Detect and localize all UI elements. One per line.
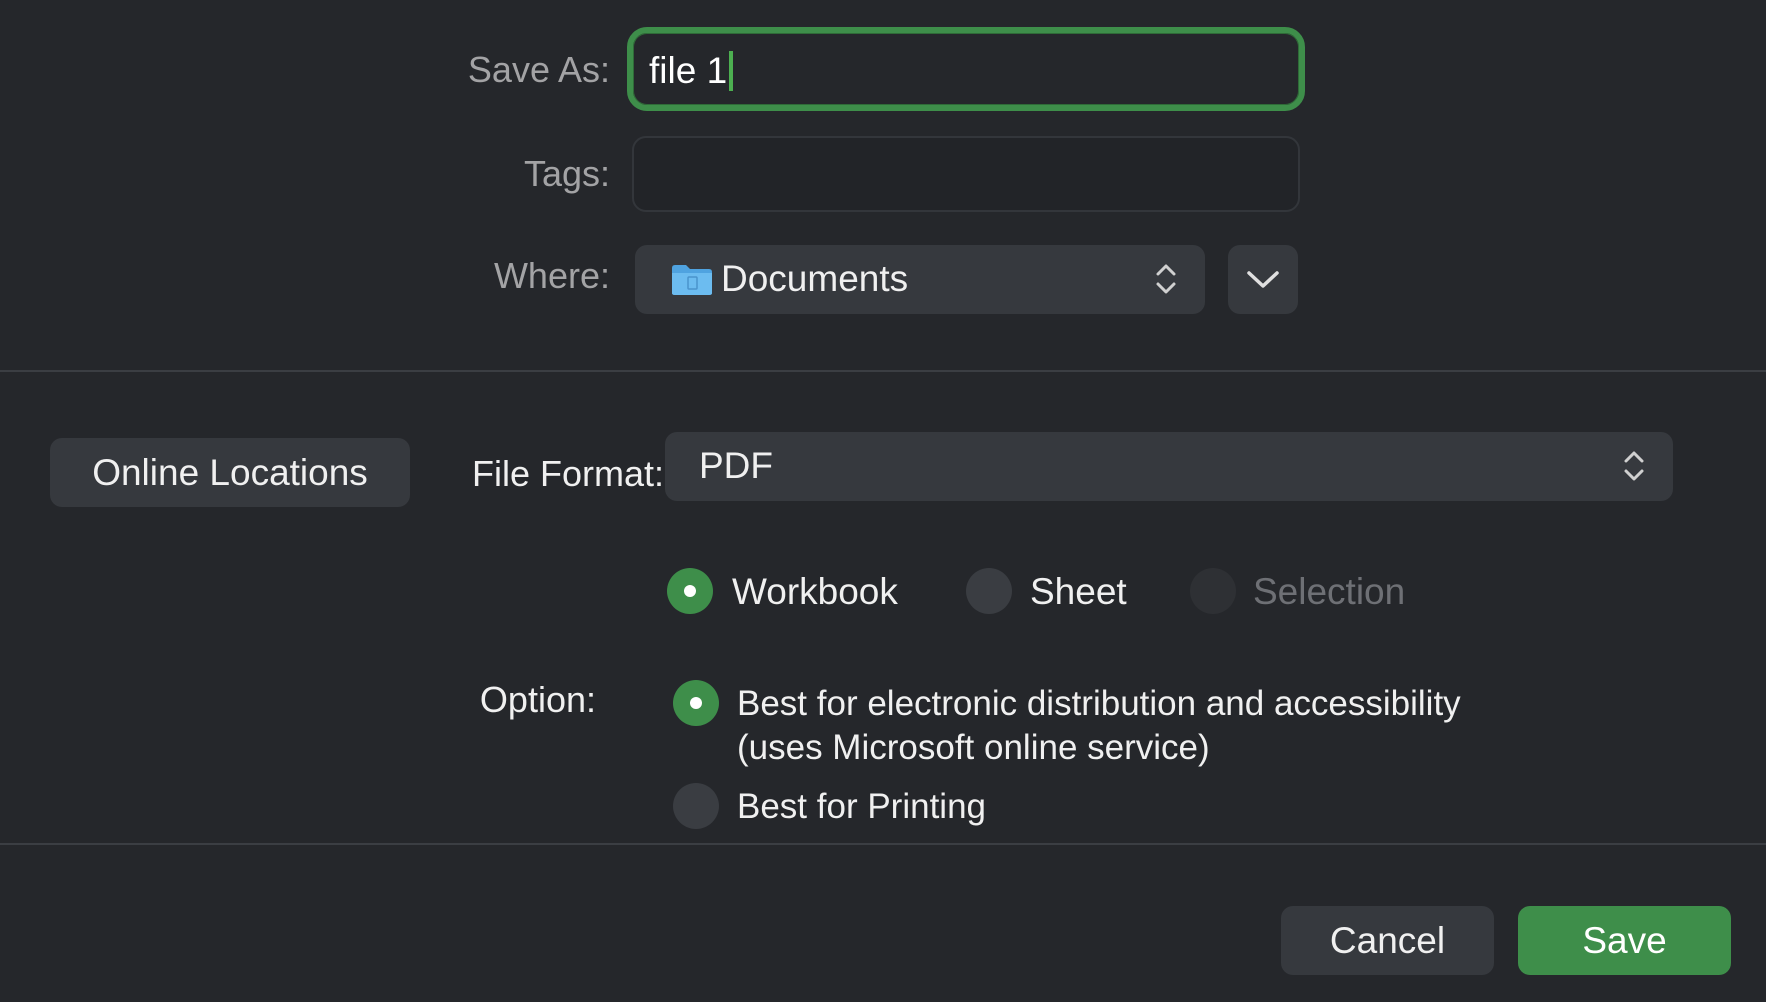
- option-printing-label: Best for Printing: [737, 787, 986, 826]
- cancel-button[interactable]: Cancel: [1281, 906, 1494, 975]
- save-dialog: Save As: file 1 Tags: Where: Documents O…: [0, 0, 1766, 1002]
- radio-workbook-label: Workbook: [732, 571, 898, 612]
- radio-workbook[interactable]: [667, 568, 713, 614]
- tags-label: Tags:: [523, 153, 610, 194]
- file-format-popup[interactable]: PDF: [665, 432, 1673, 501]
- where-label: Where:: [493, 255, 610, 296]
- radio-best-printing[interactable]: [673, 783, 719, 829]
- radio-selection-label: Selection: [1253, 571, 1406, 612]
- option-electronic-line1: Best for electronic distribution and acc…: [737, 684, 1461, 723]
- section-divider-top: [0, 370, 1766, 372]
- online-locations-button[interactable]: Online Locations: [50, 438, 410, 507]
- chevron-updown-icon: [1156, 264, 1176, 294]
- text-caret: [729, 51, 734, 91]
- save-as-value: file 1: [649, 50, 728, 91]
- radio-selection: [1190, 568, 1236, 614]
- expand-browser-button[interactable]: [1228, 245, 1298, 314]
- option-electronic-line2: (uses Microsoft online service): [737, 728, 1210, 767]
- where-selected: Documents: [721, 258, 909, 299]
- radio-sheet-label: Sheet: [1030, 571, 1127, 612]
- section-divider-bottom: [0, 843, 1766, 845]
- file-format-label: File Format:: [471, 453, 664, 494]
- chevron-updown-icon: [1624, 451, 1644, 481]
- option-label: Option:: [479, 679, 596, 720]
- radio-sheet[interactable]: [966, 568, 1012, 614]
- chevron-down-icon: [1247, 271, 1279, 288]
- tags-input[interactable]: [632, 136, 1300, 212]
- save-as-label: Save As:: [467, 49, 610, 90]
- where-popup[interactable]: Documents: [635, 245, 1205, 314]
- radio-best-electronic[interactable]: [673, 680, 719, 726]
- file-format-selected: PDF: [699, 445, 773, 486]
- save-as-input[interactable]: file 1: [627, 27, 1305, 111]
- folder-icon: [672, 265, 712, 295]
- option-electronic-text: Best for electronic distribution and acc…: [737, 682, 1461, 770]
- save-button[interactable]: Save: [1518, 906, 1731, 975]
